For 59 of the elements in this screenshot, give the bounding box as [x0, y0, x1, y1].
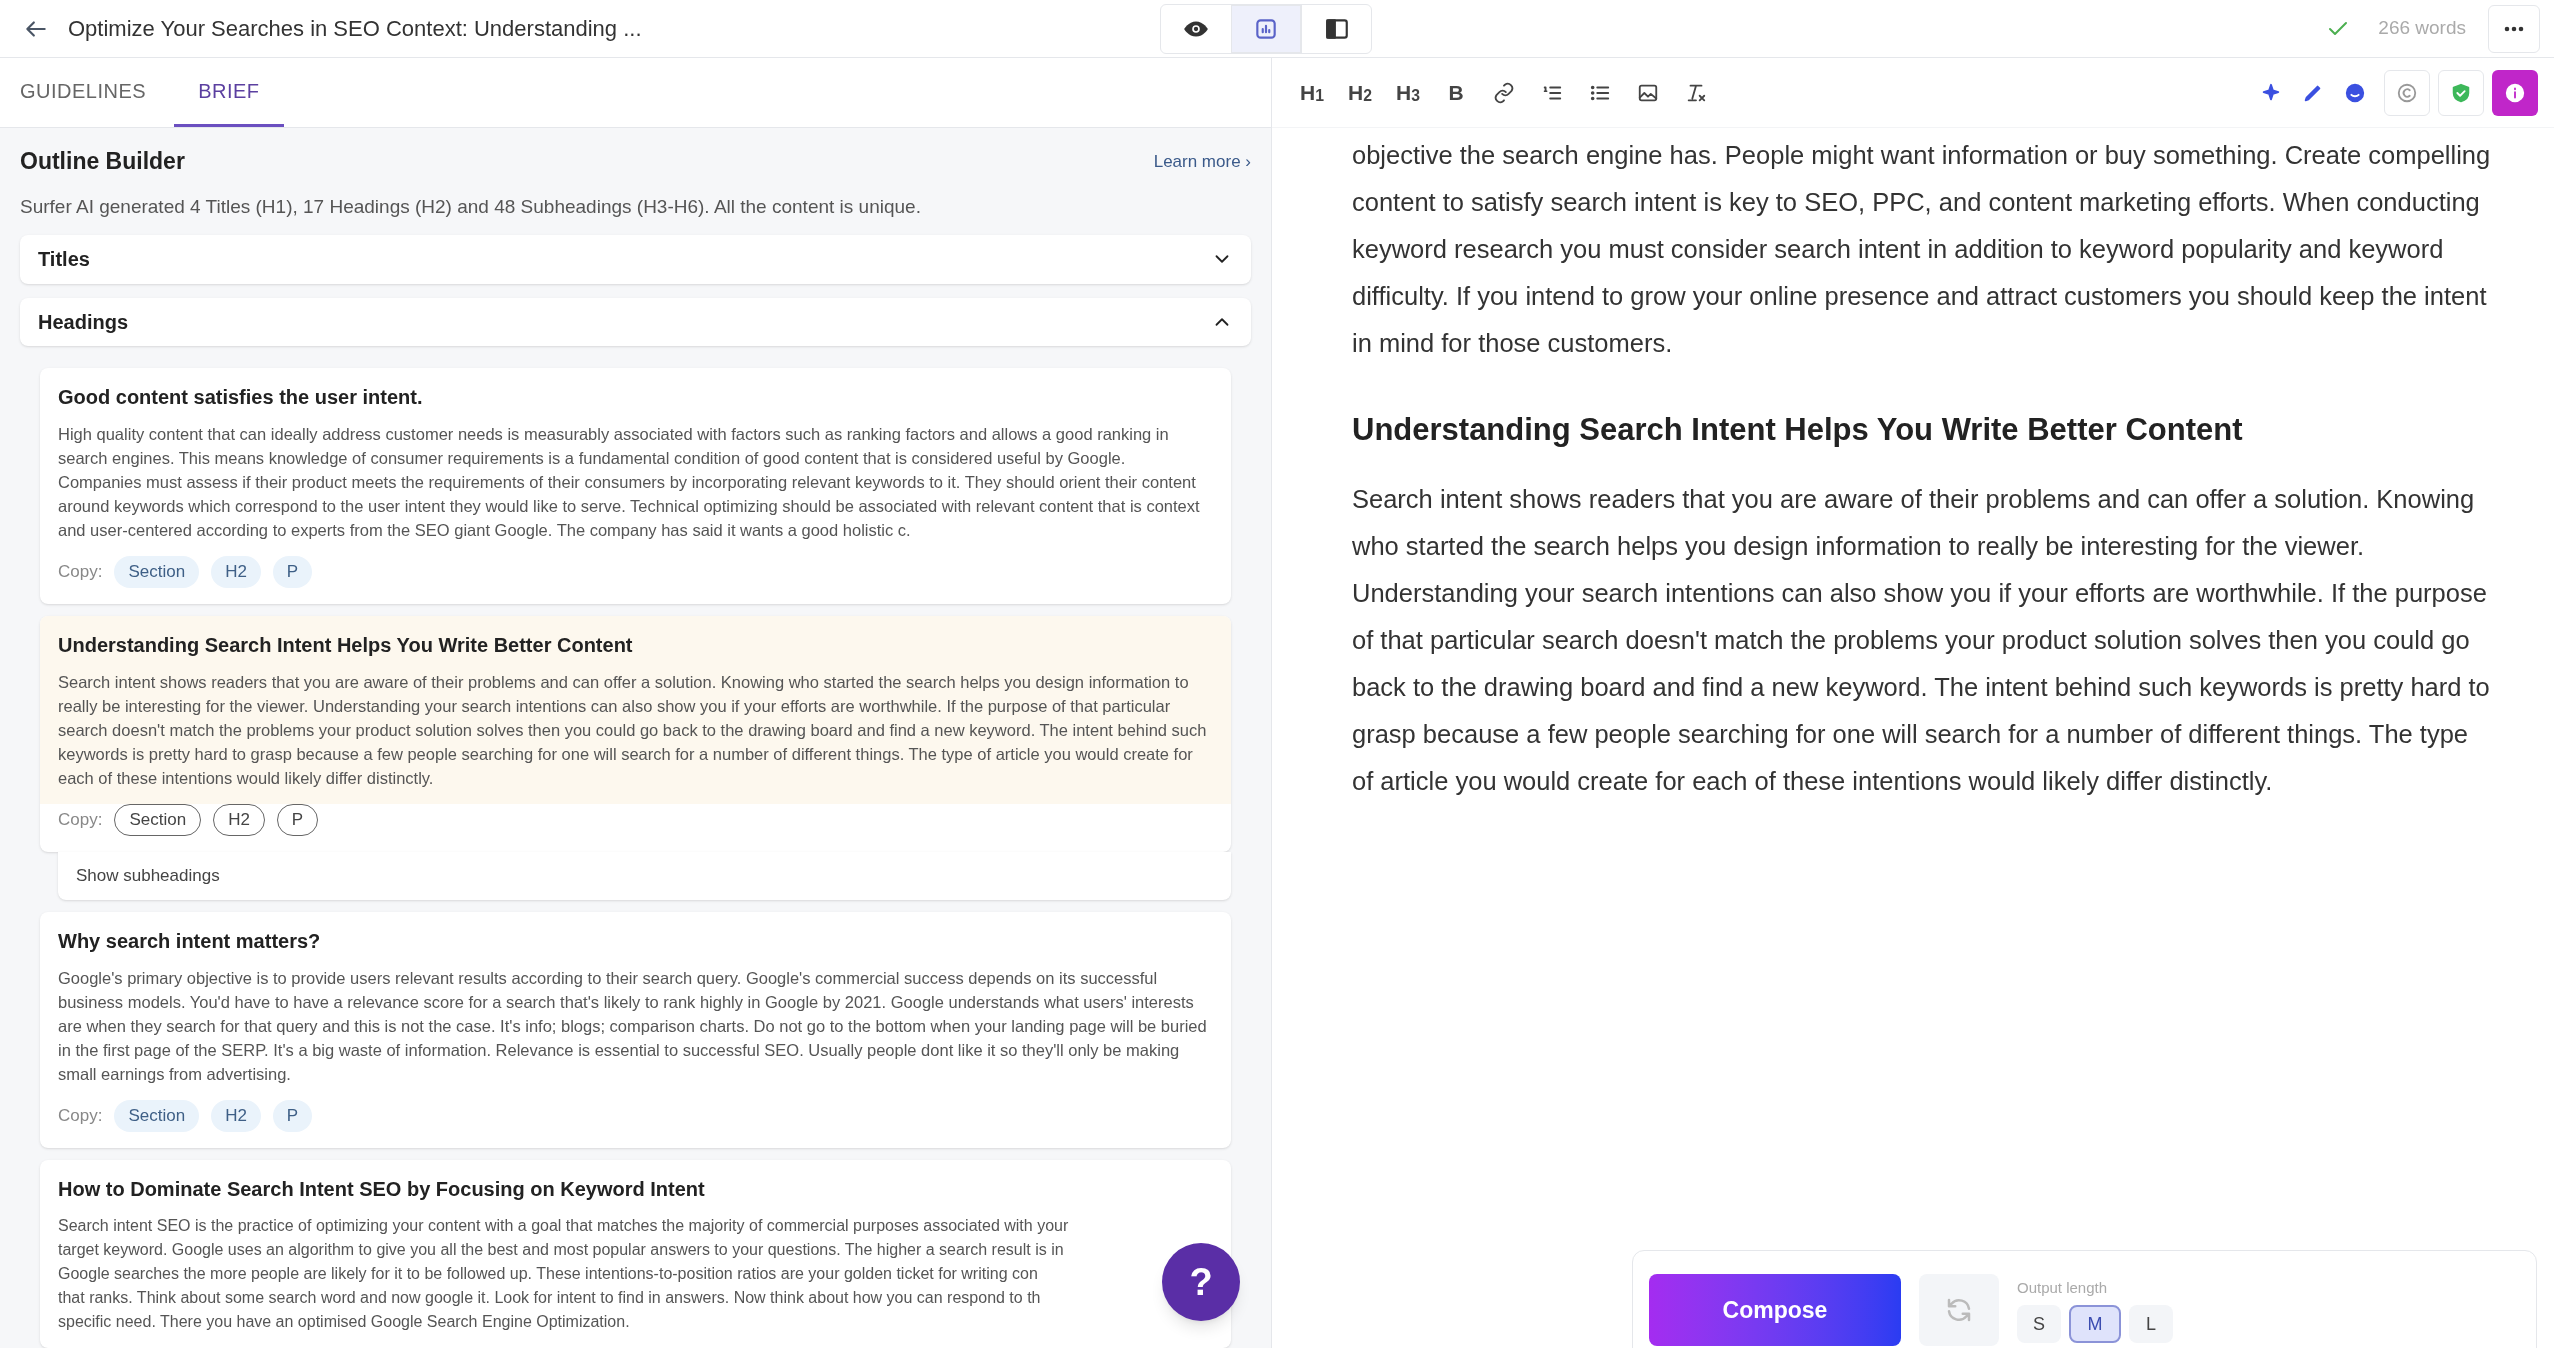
- copy-chip[interactable]: H2: [213, 804, 265, 836]
- heading-text: Search intent shows readers that you are aware of their problems and can offer a solution. Knowing who started the search helps you design information to really be interesting for the viewer. Understanding your search intentions can also show you if your efforts are worthwhile. If the purpose of that particular search doesn't match the problems your product solution solves then you could go back to the drawing board and find a new keyword. The intent behind such keywords is pretty hard to grasp because a few people searching for one will search for a number of different things. The type of article you would create for each of these intentions would likely differ distinctly.: [58, 672, 1208, 789]
- copy-chip[interactable]: Section: [114, 804, 202, 836]
- heading-text-line: Google searches the more people are likely for it to be followed up. These intentions-to-position ratios are your golden ticket for writing con: [58, 1264, 1038, 1284]
- view-toggle[interactable]: [1231, 4, 1301, 53]
- size-option[interactable]: L: [2129, 1305, 2173, 1344]
- tool-button[interactable]: [2384, 69, 2430, 116]
- document-title: Optimize Your Searches in SEO Context: Understanding ...: [68, 15, 642, 43]
- panel-title: Outline Builder: [20, 147, 185, 176]
- content-heading: Understanding Search Intent Helps You Write Better Content: [1352, 411, 2244, 449]
- heading-card[interactable]: [40, 912, 1231, 1148]
- format-button[interactable]: H$_{1}$: [1288, 70, 1336, 115]
- format-button[interactable]: H$_{2}$: [1336, 70, 1384, 115]
- copy-chip[interactable]: P: [272, 1100, 313, 1132]
- heading-title: Understanding Search Intent Helps You Write Better Content: [58, 633, 634, 658]
- heading-text-line: Search intent SEO is the practice of optimizing your content with a goal that matches the majority of commercial purposes associated with your: [58, 1216, 1069, 1236]
- show-subheadings-button[interactable]: Show subheadings: [58, 852, 1231, 900]
- copy-chip[interactable]: Section: [114, 556, 200, 588]
- word-count: 266 words: [2378, 16, 2466, 41]
- tool-button[interactable]: [2492, 69, 2538, 116]
- copy-chip[interactable]: P: [276, 804, 319, 836]
- heading-card[interactable]: [40, 368, 1231, 604]
- content-paragraph: objective the search engine has. People might want information or buy something. Create compelling content to satisfy search intent is key to SEO, PPC, and content marketing efforts. When conducting keyword research you must consider search intent in addition to keyword popularity and keyword difficulty. If you intend to grow your online presence and attract customers you should keep the intent in mind for those customers.: [1352, 140, 2492, 359]
- heading-card[interactable]: [40, 1160, 1231, 1348]
- summary-text: Surfer AI generated 4 Titles (H1), 17 Headings (H2) and 48 Subheadings (H3-H6). All the content is unique.: [20, 194, 922, 219]
- heading-text-line: specific need. There you have an optimised Google Search Engine Optimization.: [58, 1312, 630, 1332]
- format-button[interactable]: B: [1432, 70, 1480, 115]
- size-option[interactable]: M: [2069, 1305, 2121, 1344]
- copy-chip[interactable]: P: [272, 556, 313, 588]
- compose-button[interactable]: Compose: [1649, 1274, 1901, 1346]
- copy-label: Copy:: [58, 1105, 103, 1128]
- heading-text: High quality content that can ideally address customer needs is measurably associated with factors such as ranking factors and allows a good ranking in search engines. This means knowledge of consumer requirements is a fundamental condition of good content that is considered useful by Google. Companies must assess if their product meets the requirements of their consumers by incorporating relevant keywords to it. They should orient their content around keywords which correspond to the user intent they would like to serve. Technical optimizing should be associated with relevant content that is context and user-centered according to experts from the SEO giant Google. The company has said it wants a good holistic c.: [58, 424, 1201, 541]
- copy-chip[interactable]: H2: [211, 556, 261, 588]
- copy-chip[interactable]: H2: [211, 1100, 261, 1132]
- copy-chip[interactable]: Section: [114, 1100, 200, 1132]
- tab[interactable]: GUIDELINES: [20, 58, 147, 127]
- heading-title: Good content satisfies the user intent.: [58, 385, 424, 410]
- section-header[interactable]: Headings: [20, 297, 1251, 346]
- smiley-icon[interactable]: [2344, 81, 2366, 104]
- size-option[interactable]: S: [2017, 1305, 2061, 1344]
- heading-text: Google's primary objective is to provide users relevant results according to their search query. Google's commercial success depends on its successful business models. You'd have to have a relevance score for a search that's likely to rank highly in Google by 2021. Google understands what users' interests are when they search for that query and this is not the case. It's info; blogs; comparison charts. Do not go to the bottom when your landing page will be buried in the first page of the SERP. It's a big waste of information. Relevance is essential to successful SEO. Usually people dont like it so they'll only be making small earnings from advertising.: [58, 968, 1208, 1085]
- copy-label: Copy:: [58, 809, 103, 832]
- heading-title: How to Dominate Search Intent SEO by Focusing on Keyword Intent: [58, 1177, 706, 1202]
- output-length-label: Output length: [2017, 1277, 2109, 1298]
- circle-c-icon[interactable]: [2396, 81, 2418, 104]
- heading-text-line: that ranks. Think about some search word and now google it. Look for intent to find in answers. Now think about how you can respond to th: [58, 1288, 1041, 1308]
- copy-label: Copy:: [58, 561, 103, 584]
- link-icon[interactable]: [1493, 81, 1515, 104]
- shield-icon[interactable]: [2450, 81, 2472, 104]
- tab[interactable]: BRIEF: [174, 58, 284, 127]
- section-header[interactable]: Titles: [20, 235, 1251, 284]
- info-icon[interactable]: [2504, 81, 2526, 104]
- content-paragraph: Search intent shows readers that you are aware of their problems and can offer a solution. Knowing who started the search helps you design information to really be interesting for the viewer. Understanding your search intentions can also show you if your efforts are worthwhile. If the purpose of that particular search doesn't match the problems your product solution solves then you could go back to the drawing board and find a new keyword. The intent behind such keywords is pretty hard to grasp because a few people searching for one will search for a number of different things. The type of article you would create for each of these intentions would likely differ distinctly.: [1352, 483, 2491, 797]
- learn-more-link[interactable]: Learn more ›: [1153, 148, 1251, 174]
- heading-card[interactable]: [40, 616, 1231, 852]
- heading-text-line: target keyword. Google uses an algorithm to give you all the best and most popular answers to your questions. The higher a search result is in: [58, 1240, 1064, 1260]
- format-button[interactable]: H$_{3}$: [1384, 70, 1432, 115]
- heading-title: Why search intent matters?: [58, 929, 322, 954]
- tool-button[interactable]: [2438, 69, 2484, 116]
